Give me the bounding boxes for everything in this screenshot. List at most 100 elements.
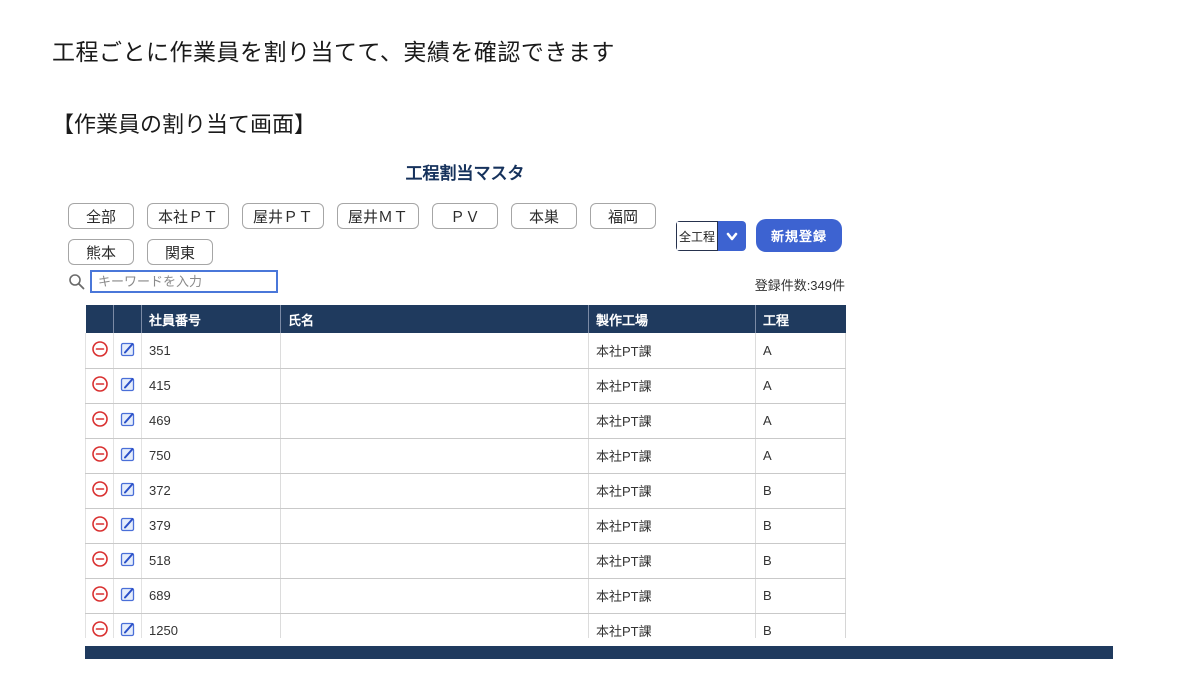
edit-row-button[interactable]: [119, 410, 137, 431]
factory-cell: 本社PT課: [589, 543, 756, 578]
edit-pencil-icon: [119, 375, 137, 396]
process-cell: A: [756, 333, 846, 368]
edit-row-button[interactable]: [119, 620, 137, 638]
delete-row-button[interactable]: [91, 585, 109, 606]
factory-filter-button[interactable]: 熊本: [68, 239, 134, 265]
minus-circle-icon: [91, 480, 109, 501]
process-cell: B: [756, 473, 846, 508]
factory-filter-button[interactable]: 全部: [68, 203, 134, 229]
factory-cell: 本社PT課: [589, 508, 756, 543]
process-cell: A: [756, 438, 846, 473]
name-cell: [281, 613, 589, 638]
minus-circle-icon: [91, 375, 109, 396]
minus-circle-icon: [91, 620, 109, 638]
employee-no-cell: 415: [142, 368, 281, 403]
factory-filter-button[interactable]: 本社ＰＴ: [147, 203, 229, 229]
name-cell: [281, 368, 589, 403]
table-row: 750本社PT課A: [86, 438, 846, 473]
edit-row-button[interactable]: [119, 375, 137, 396]
employee-no-cell: 750: [142, 438, 281, 473]
doc-heading: 工程ごとに作業員を割り当てて、実績を確認できます: [52, 33, 615, 67]
delete-row-button[interactable]: [91, 410, 109, 431]
process-filter-dropdown[interactable]: 全工程: [676, 221, 746, 251]
assignment-table: 社員番号 氏名 製作工場 工程 351本社PT課A415本社PT課A469本社P…: [85, 305, 846, 638]
employee-no-cell: 351: [142, 333, 281, 368]
factory-filter-button[interactable]: 本巣: [511, 203, 577, 229]
factory-cell: 本社PT課: [589, 473, 756, 508]
record-count-label: 登録件数:349件: [605, 275, 845, 294]
table-row: 351 本社PT課A: [86, 333, 846, 368]
process-cell: A: [756, 368, 846, 403]
factory-filter-button[interactable]: 屋井ＭＴ: [337, 203, 419, 229]
factory-filter-row-2: 熊本関東: [68, 239, 213, 265]
next-section-header-edge: [85, 646, 1113, 659]
table-row: 518本社PT課B: [86, 543, 846, 578]
employee-no-cell: 379: [142, 508, 281, 543]
factory-filter-button[interactable]: 屋井ＰＴ: [242, 203, 324, 229]
chevron-down-icon: [718, 221, 746, 251]
factory-filter-button[interactable]: ＰＶ: [432, 203, 498, 229]
process-cell: B: [756, 543, 846, 578]
edit-row-button[interactable]: [119, 515, 137, 536]
minus-circle-icon: [91, 445, 109, 466]
factory-cell: 本社PT課: [589, 368, 756, 403]
employee-no-cell: 372: [142, 473, 281, 508]
table-row: 469 本社PT課A: [86, 403, 846, 438]
table-header-row: 社員番号 氏名 製作工場 工程: [86, 305, 846, 333]
factory-filter-row-1: 全部本社ＰＴ 屋井ＰＴ 屋井ＭＴ ＰＶ 本巣福岡: [68, 203, 656, 229]
process-filter-value: 全工程: [676, 221, 718, 251]
employee-no-cell: 469: [142, 403, 281, 438]
factory-filter-button[interactable]: 関東: [147, 239, 213, 265]
table-row: 379本社PT課B: [86, 508, 846, 543]
edit-row-button[interactable]: [119, 480, 137, 501]
name-cell: [281, 333, 589, 368]
delete-row-button[interactable]: [91, 515, 109, 536]
process-cell: B: [756, 578, 846, 613]
page-title: 工程割当マスタ: [85, 159, 845, 184]
minus-circle-icon: [91, 515, 109, 536]
edit-pencil-icon: [119, 480, 137, 501]
delete-row-button[interactable]: [91, 550, 109, 571]
minus-circle-icon: [91, 585, 109, 606]
header-process: 工程: [756, 305, 846, 333]
edit-pencil-icon: [119, 445, 137, 466]
table-row: 415 本社PT課A: [86, 368, 846, 403]
employee-no-cell: 689: [142, 578, 281, 613]
register-new-button[interactable]: 新規登録: [756, 219, 842, 252]
header-factory: 製作工場: [589, 305, 756, 333]
table-row: 689 本社PT課B: [86, 578, 846, 613]
delete-row-button[interactable]: [91, 480, 109, 501]
factory-filter-button[interactable]: 福岡: [590, 203, 656, 229]
name-cell: [281, 543, 589, 578]
minus-circle-icon: [91, 410, 109, 431]
keyword-search-input[interactable]: [90, 270, 278, 293]
delete-row-button[interactable]: [91, 340, 109, 361]
process-cell: A: [756, 403, 846, 438]
header-employee-no: 社員番号: [142, 305, 281, 333]
delete-row-button[interactable]: [91, 445, 109, 466]
name-cell: [281, 438, 589, 473]
edit-row-button[interactable]: [119, 445, 137, 466]
header-delete-col: [86, 305, 114, 333]
name-cell: [281, 578, 589, 613]
edit-row-button[interactable]: [119, 550, 137, 571]
edit-row-button[interactable]: [119, 340, 137, 361]
assignment-table-container: 社員番号 氏名 製作工場 工程 351本社PT課A415本社PT課A469本社P…: [85, 305, 846, 638]
factory-cell: 本社PT課: [589, 403, 756, 438]
header-name: 氏名: [281, 305, 589, 333]
edit-row-button[interactable]: [119, 585, 137, 606]
delete-row-button[interactable]: [91, 375, 109, 396]
delete-row-button[interactable]: [91, 620, 109, 638]
search-icon: [68, 273, 85, 295]
factory-cell: 本社PT課: [589, 578, 756, 613]
edit-pencil-icon: [119, 340, 137, 361]
table-row: 1250本社PT課B: [86, 613, 846, 638]
name-cell: [281, 403, 589, 438]
edit-pencil-icon: [119, 410, 137, 431]
doc-subheading: 【作業員の割り当て画面】: [52, 107, 316, 139]
factory-cell: 本社PT課: [589, 333, 756, 368]
minus-circle-icon: [91, 550, 109, 571]
name-cell: [281, 508, 589, 543]
factory-cell: 本社PT課: [589, 613, 756, 638]
edit-pencil-icon: [119, 585, 137, 606]
